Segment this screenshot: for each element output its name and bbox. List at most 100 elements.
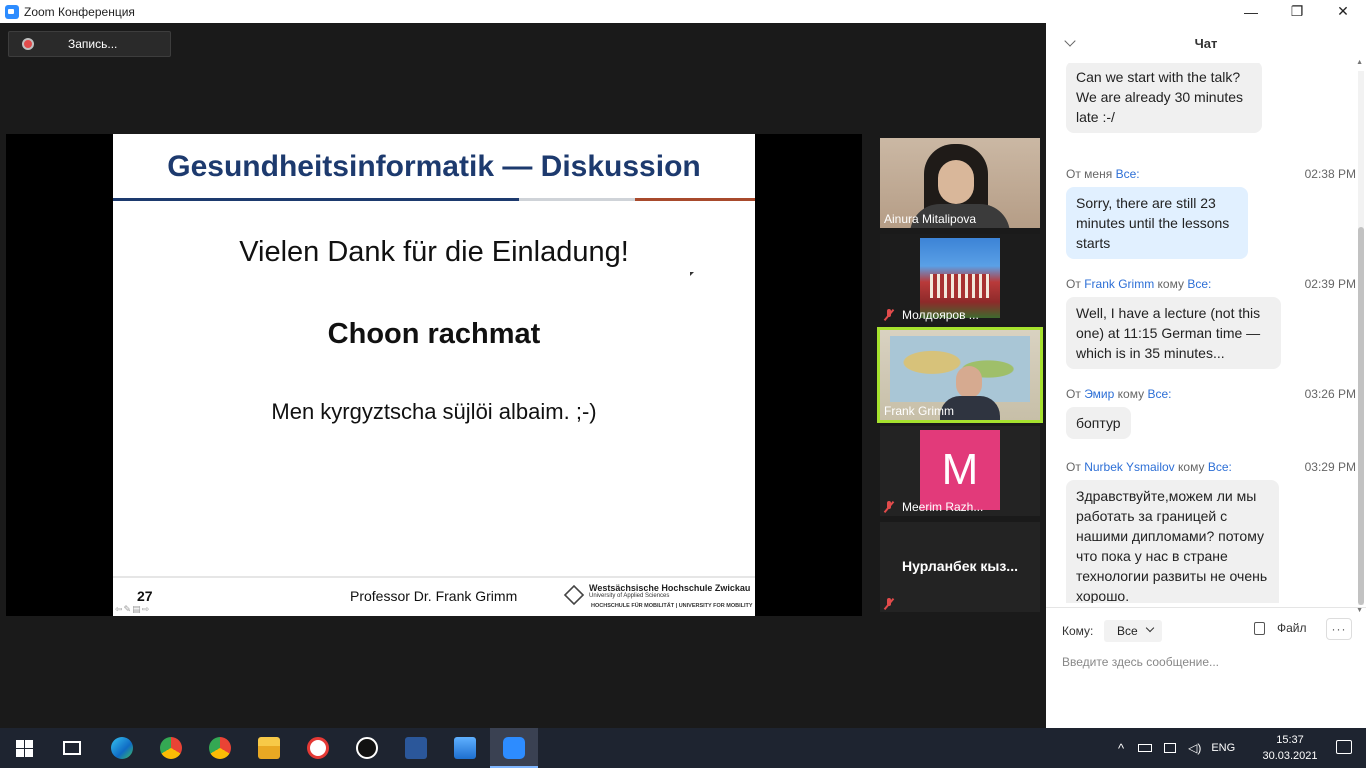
battery-icon[interactable] [1138,744,1153,752]
meeting-area: Запись... Gesundheitsinformatik — Diskus… [0,23,1046,728]
taskbar-chrome[interactable] [147,728,195,768]
recipient-label: Кому: [1062,624,1094,638]
participant-tile[interactable]: M Meerim Razh... [880,426,1040,516]
start-button[interactable] [0,728,48,768]
recipient-link[interactable]: Все: [1147,387,1171,401]
mouse-cursor-icon [690,272,694,276]
chevron-down-icon [1145,623,1155,633]
system-clock[interactable]: 15:37 30.03.2021 [1260,732,1320,764]
slide-line-2: Choon rachmat [327,318,541,350]
network-icon[interactable] [1164,743,1177,753]
chrome-profile-icon [209,737,231,759]
chat-panel: Чат Can we start with the talk? We are a… [1046,23,1366,728]
chat-message: Can we start with the talk? We are alrea… [1066,63,1262,133]
participant-name: Ainura Mitalipova [884,212,977,226]
file-button[interactable]: Файл [1254,621,1307,635]
slide-line-3: Men kyrgyztscha süjlöi albaim. ;-) [271,399,597,424]
recipient-link[interactable]: Все: [1208,460,1232,474]
maximize-button[interactable]: ❐ [1274,0,1320,23]
recipient-link[interactable]: Все: [1116,167,1140,181]
chat-messages: Can we start with the talk? We are alrea… [1046,63,1358,603]
slide-footer-rule [113,576,755,578]
chevron-down-icon[interactable] [1064,35,1076,47]
chat-message-input[interactable] [1062,650,1352,674]
file-icon [1254,621,1265,635]
task-view-button[interactable] [48,728,96,768]
presentation-slide: Gesundheitsinformatik — Diskussion Viele… [113,134,755,616]
mic-muted-icon [884,309,894,321]
sender-link[interactable]: Frank Grimm [1084,277,1154,291]
participant-name: Frank Grimm [884,404,954,418]
scroll-up-icon[interactable]: ▲ [1356,59,1363,66]
chat-message: Sorry, there are still 23 minutes until … [1066,187,1248,259]
taskbar-inkscape[interactable] [343,728,391,768]
minimize-button[interactable]: — [1228,0,1274,23]
record-icon [22,38,34,50]
university-tagline: HOCHSCHULE FÜR MOBILITÄT | UNIVERSITY FO… [591,603,753,609]
recipient-select[interactable]: Все [1104,620,1162,642]
window-controls: — ❐ ✕ [1228,0,1366,23]
task-view-icon [63,741,81,755]
title-rule-blue [113,198,519,201]
participant-tile[interactable]: Нурланбек кыз... [880,522,1040,612]
participant-photo [920,238,1000,318]
chat-message-meta: От меня Все: 02:38 PM [1066,167,1356,181]
close-button[interactable]: ✕ [1320,0,1366,23]
participant-tile[interactable]: Молдояров ... [880,234,1040,324]
chrome-icon [160,737,182,759]
zoom-logo-icon [5,4,19,19]
more-options-button[interactable]: ··· [1326,618,1352,640]
taskbar-chrome-profile[interactable] [196,728,244,768]
message-time: 02:39 PM [1304,277,1356,291]
taskbar-file-explorer[interactable] [245,728,293,768]
taskbar-word[interactable] [392,728,440,768]
university-subtitle: University of Applied Sciences [589,593,670,599]
volume-icon[interactable]: ◁) [1188,741,1201,755]
chat-message-meta: От Nurbek Ysmailov кому Все: 03:29 PM [1066,460,1356,474]
clock-date: 30.03.2021 [1262,750,1318,762]
window-title: Zoom Конференция [24,4,135,19]
message-time: 03:26 PM [1304,387,1356,401]
tray-chevron-icon[interactable]: ^ [1118,741,1124,756]
taskbar-photos[interactable] [441,728,489,768]
avatar: M [920,430,1000,510]
chat-header: Чат [1046,23,1366,63]
recording-indicator-button[interactable]: Запись... [8,31,171,57]
notification-icon[interactable] [1336,740,1352,754]
taskbar-yandex[interactable] [294,728,342,768]
participant-tile[interactable]: Ainura Mitalipova [880,138,1040,228]
participant-name: Молдояров ... [884,308,979,322]
message-time: 03:29 PM [1304,460,1356,474]
title-rule-red [635,198,755,201]
chat-message: боптур [1066,407,1131,439]
system-tray: ^ ◁) ENG [1118,728,1235,768]
windows-taskbar: ^ ◁) ENG 15:37 30.03.2021 [0,728,1366,768]
chat-composer: Кому: Все Файл ··· [1046,607,1366,728]
participant-tile-active-speaker[interactable]: Frank Grimm [877,327,1043,423]
word-icon [405,737,427,759]
chat-message: Здравствуйте,можем ли мы работать за гра… [1066,480,1279,603]
chat-title: Чат [1194,35,1218,51]
recipient-link[interactable]: Все: [1187,277,1211,291]
slide-line-1: Vielen Dank für die Einladung! [239,236,629,268]
chat-scrollbar[interactable] [1358,71,1364,605]
slide-page-number: 27 [137,588,153,604]
file-explorer-icon [258,737,280,759]
mic-muted-icon [884,598,894,610]
language-indicator[interactable]: ENG [1211,742,1235,754]
university-emblem-icon [563,584,585,606]
clock-time: 15:37 [1276,734,1304,746]
inkscape-icon [356,737,378,759]
taskbar-edge[interactable] [98,728,146,768]
slide-presenter: Professor Dr. Frank Grimm [350,588,518,604]
taskbar-zoom[interactable] [490,728,538,768]
scrollbar-thumb[interactable] [1358,227,1364,605]
slide-nav-icon[interactable]: ⇦✎▤⇨ [115,604,150,615]
chat-message-meta: От Frank Grimm кому Все: 02:39 PM [1066,277,1356,291]
edge-icon [111,737,133,759]
yandex-icon [307,737,329,759]
sender-link[interactable]: Эмир [1084,387,1114,401]
start-icon [15,739,33,757]
zoom-icon [503,737,525,759]
sender-link[interactable]: Nurbek Ysmailov [1084,460,1174,474]
